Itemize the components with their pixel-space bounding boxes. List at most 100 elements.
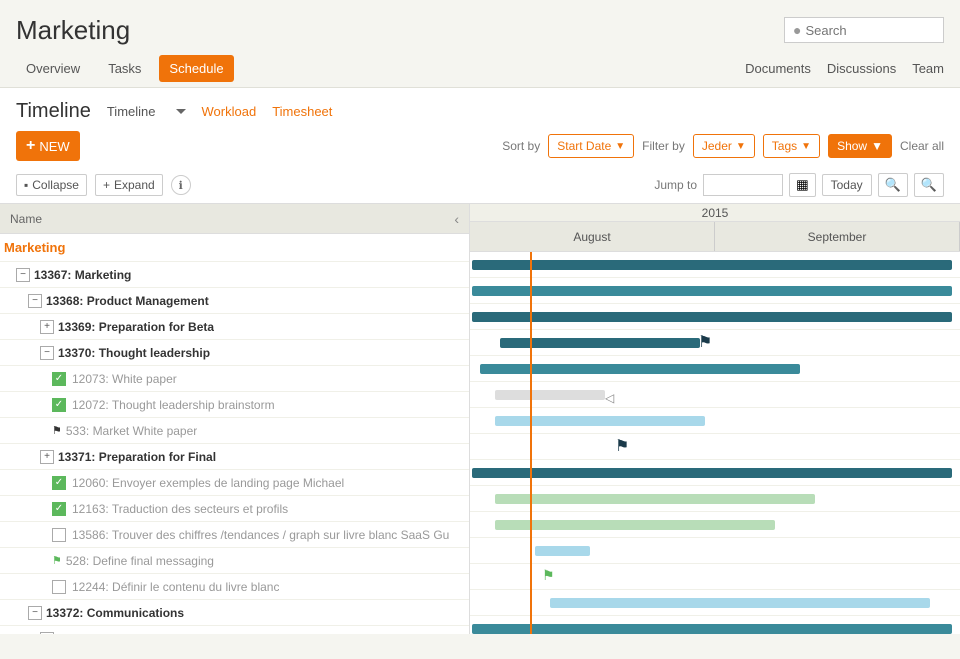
gantt-year-row: 2015 bbox=[470, 204, 960, 222]
task-row[interactable]: ⚑ 533: Market White paper bbox=[0, 418, 469, 444]
task-row[interactable]: ⚑ 528: Define final messaging bbox=[0, 548, 469, 574]
gantt-bar-row bbox=[470, 356, 960, 382]
show-dropdown[interactable]: Show ▼ bbox=[828, 134, 892, 158]
jump-input[interactable] bbox=[703, 174, 783, 196]
gantt-bar-row bbox=[470, 616, 960, 634]
current-date-line bbox=[530, 252, 532, 634]
gantt-bar bbox=[480, 364, 800, 374]
collapse-icon[interactable]: − bbox=[28, 606, 42, 620]
checkbox[interactable]: ✓ bbox=[52, 398, 66, 412]
task-row[interactable]: 13586: Trouver des chiffres /tendances /… bbox=[0, 522, 469, 548]
calendar-icon: ▦ bbox=[796, 177, 809, 192]
gantt-wrapper: Name ‹ Marketing − 13367: Marketing − 13… bbox=[0, 204, 960, 634]
tags-arrow-icon: ▼ bbox=[801, 141, 811, 152]
nav-documents[interactable]: Documents bbox=[745, 61, 811, 76]
search-icon: ● bbox=[793, 22, 801, 38]
collapse-icon[interactable]: − bbox=[40, 346, 54, 360]
tags-label: Tags bbox=[772, 139, 797, 153]
tab-workload[interactable]: Workload bbox=[202, 100, 257, 123]
collapse-icon[interactable]: − bbox=[16, 268, 30, 282]
tags-dropdown[interactable]: Tags ▼ bbox=[763, 134, 820, 158]
name-column-label: Name bbox=[10, 212, 42, 226]
collapse-icon[interactable]: − bbox=[40, 632, 54, 635]
expand-icon[interactable]: + bbox=[40, 320, 54, 334]
search-box[interactable]: ● bbox=[784, 17, 944, 43]
sort-label: Sort by bbox=[502, 139, 540, 153]
gantt-bar-row bbox=[470, 408, 960, 434]
tab-timesheet[interactable]: Timesheet bbox=[272, 100, 332, 123]
task-row[interactable]: − 13373: Newsletter bbox=[0, 626, 469, 634]
nav-discussions[interactable]: Discussions bbox=[827, 61, 896, 76]
task-row[interactable]: ✓ 12072: Thought leadership brainstorm bbox=[0, 392, 469, 418]
gantt-month-september: September bbox=[715, 222, 960, 251]
gantt-bar bbox=[495, 416, 705, 426]
task-row[interactable]: + 13369: Preparation for Beta bbox=[0, 314, 469, 340]
expand-label: Expand bbox=[114, 178, 155, 192]
task-row[interactable]: 12244: Définir le contenu du livre blanc bbox=[0, 574, 469, 600]
task-row[interactable]: ✓ 12073: White paper bbox=[0, 366, 469, 392]
app-header: Marketing ● bbox=[0, 0, 960, 50]
checkbox[interactable] bbox=[52, 528, 66, 542]
zoom-out-icon: 🔍 bbox=[885, 177, 901, 192]
toolbar: + NEW Sort by Start Date ▼ Filter by Jed… bbox=[0, 123, 960, 169]
nav-tasks[interactable]: Tasks bbox=[98, 55, 151, 82]
collapse-label: Collapse bbox=[32, 178, 79, 192]
nav-schedule[interactable]: Schedule bbox=[159, 55, 233, 82]
task-label: 13370: Thought leadership bbox=[58, 346, 210, 360]
task-label: 13372: Communications bbox=[46, 606, 184, 620]
task-row[interactable]: − 13367: Marketing bbox=[0, 262, 469, 288]
calendar-button[interactable]: ▦ bbox=[789, 173, 816, 197]
show-arrow-icon: ▼ bbox=[871, 139, 883, 153]
expand-button[interactable]: + Expand bbox=[95, 174, 163, 196]
task-row[interactable]: − 13372: Communications bbox=[0, 600, 469, 626]
task-row[interactable]: ✓ 12163: Traduction des secteurs et prof… bbox=[0, 496, 469, 522]
gantt-bar-row: ⚑ bbox=[470, 330, 960, 356]
task-row[interactable]: − 13370: Thought leadership bbox=[0, 340, 469, 366]
new-label: NEW bbox=[39, 139, 69, 154]
flag-icon: ⚑ bbox=[52, 424, 62, 437]
checkbox[interactable]: ✓ bbox=[52, 476, 66, 490]
zoom-out-button[interactable]: 🔍 bbox=[878, 173, 908, 197]
nav-overview[interactable]: Overview bbox=[16, 55, 90, 82]
sort-dropdown[interactable]: Start Date ▼ bbox=[548, 134, 634, 158]
task-row[interactable]: + 13371: Preparation for Final bbox=[0, 444, 469, 470]
info-button[interactable]: ℹ bbox=[171, 175, 191, 195]
zoom-in-button[interactable]: 🔍 bbox=[914, 173, 944, 197]
flag-green-icon: ⚑ bbox=[52, 554, 62, 567]
checkbox[interactable] bbox=[52, 580, 66, 594]
gantt-left-panel: Name ‹ Marketing − 13367: Marketing − 13… bbox=[0, 204, 470, 634]
today-button[interactable]: Today bbox=[822, 174, 872, 196]
task-label: 12163: Traduction des secteurs et profil… bbox=[72, 502, 288, 516]
task-label: 533: Market White paper bbox=[66, 424, 197, 438]
sort-value: Start Date bbox=[557, 139, 611, 153]
zoom-in-icon: 🔍 bbox=[921, 177, 937, 192]
task-row[interactable]: Marketing bbox=[0, 234, 469, 262]
collapse-panel-arrow[interactable]: ‹ bbox=[454, 211, 459, 227]
gantt-bar bbox=[495, 390, 605, 400]
gantt-bar bbox=[472, 286, 952, 296]
collapse-icon[interactable]: − bbox=[28, 294, 42, 308]
gantt-bar-row bbox=[470, 460, 960, 486]
checkbox[interactable]: ✓ bbox=[52, 372, 66, 386]
expand-icon[interactable]: + bbox=[40, 450, 54, 464]
gantt-bar-row bbox=[470, 278, 960, 304]
task-row[interactable]: − 13368: Product Management bbox=[0, 288, 469, 314]
collapse-icon: ▪ bbox=[24, 178, 28, 192]
task-label: Marketing bbox=[4, 240, 65, 255]
tab-timeline[interactable]: Timeline bbox=[107, 100, 156, 123]
gantt-bar bbox=[472, 468, 952, 478]
jump-area: Jump to ▦ Today 🔍 🔍 bbox=[654, 173, 944, 197]
nav-team[interactable]: Team bbox=[912, 61, 944, 76]
task-row[interactable]: ✓ 12060: Envoyer exemples de landing pag… bbox=[0, 470, 469, 496]
app-title: Marketing bbox=[16, 15, 130, 46]
gantt-bar-row bbox=[470, 252, 960, 278]
clear-all-link[interactable]: Clear all bbox=[900, 139, 944, 153]
collapse-button[interactable]: ▪ Collapse bbox=[16, 174, 87, 196]
gantt-bar bbox=[535, 546, 590, 556]
filter-dropdown[interactable]: Jeder ▼ bbox=[693, 134, 755, 158]
gantt-bar bbox=[472, 312, 952, 322]
checkbox[interactable]: ✓ bbox=[52, 502, 66, 516]
new-button[interactable]: + NEW bbox=[16, 131, 80, 161]
search-input[interactable] bbox=[805, 23, 925, 38]
task-label: 13371: Preparation for Final bbox=[58, 450, 216, 464]
